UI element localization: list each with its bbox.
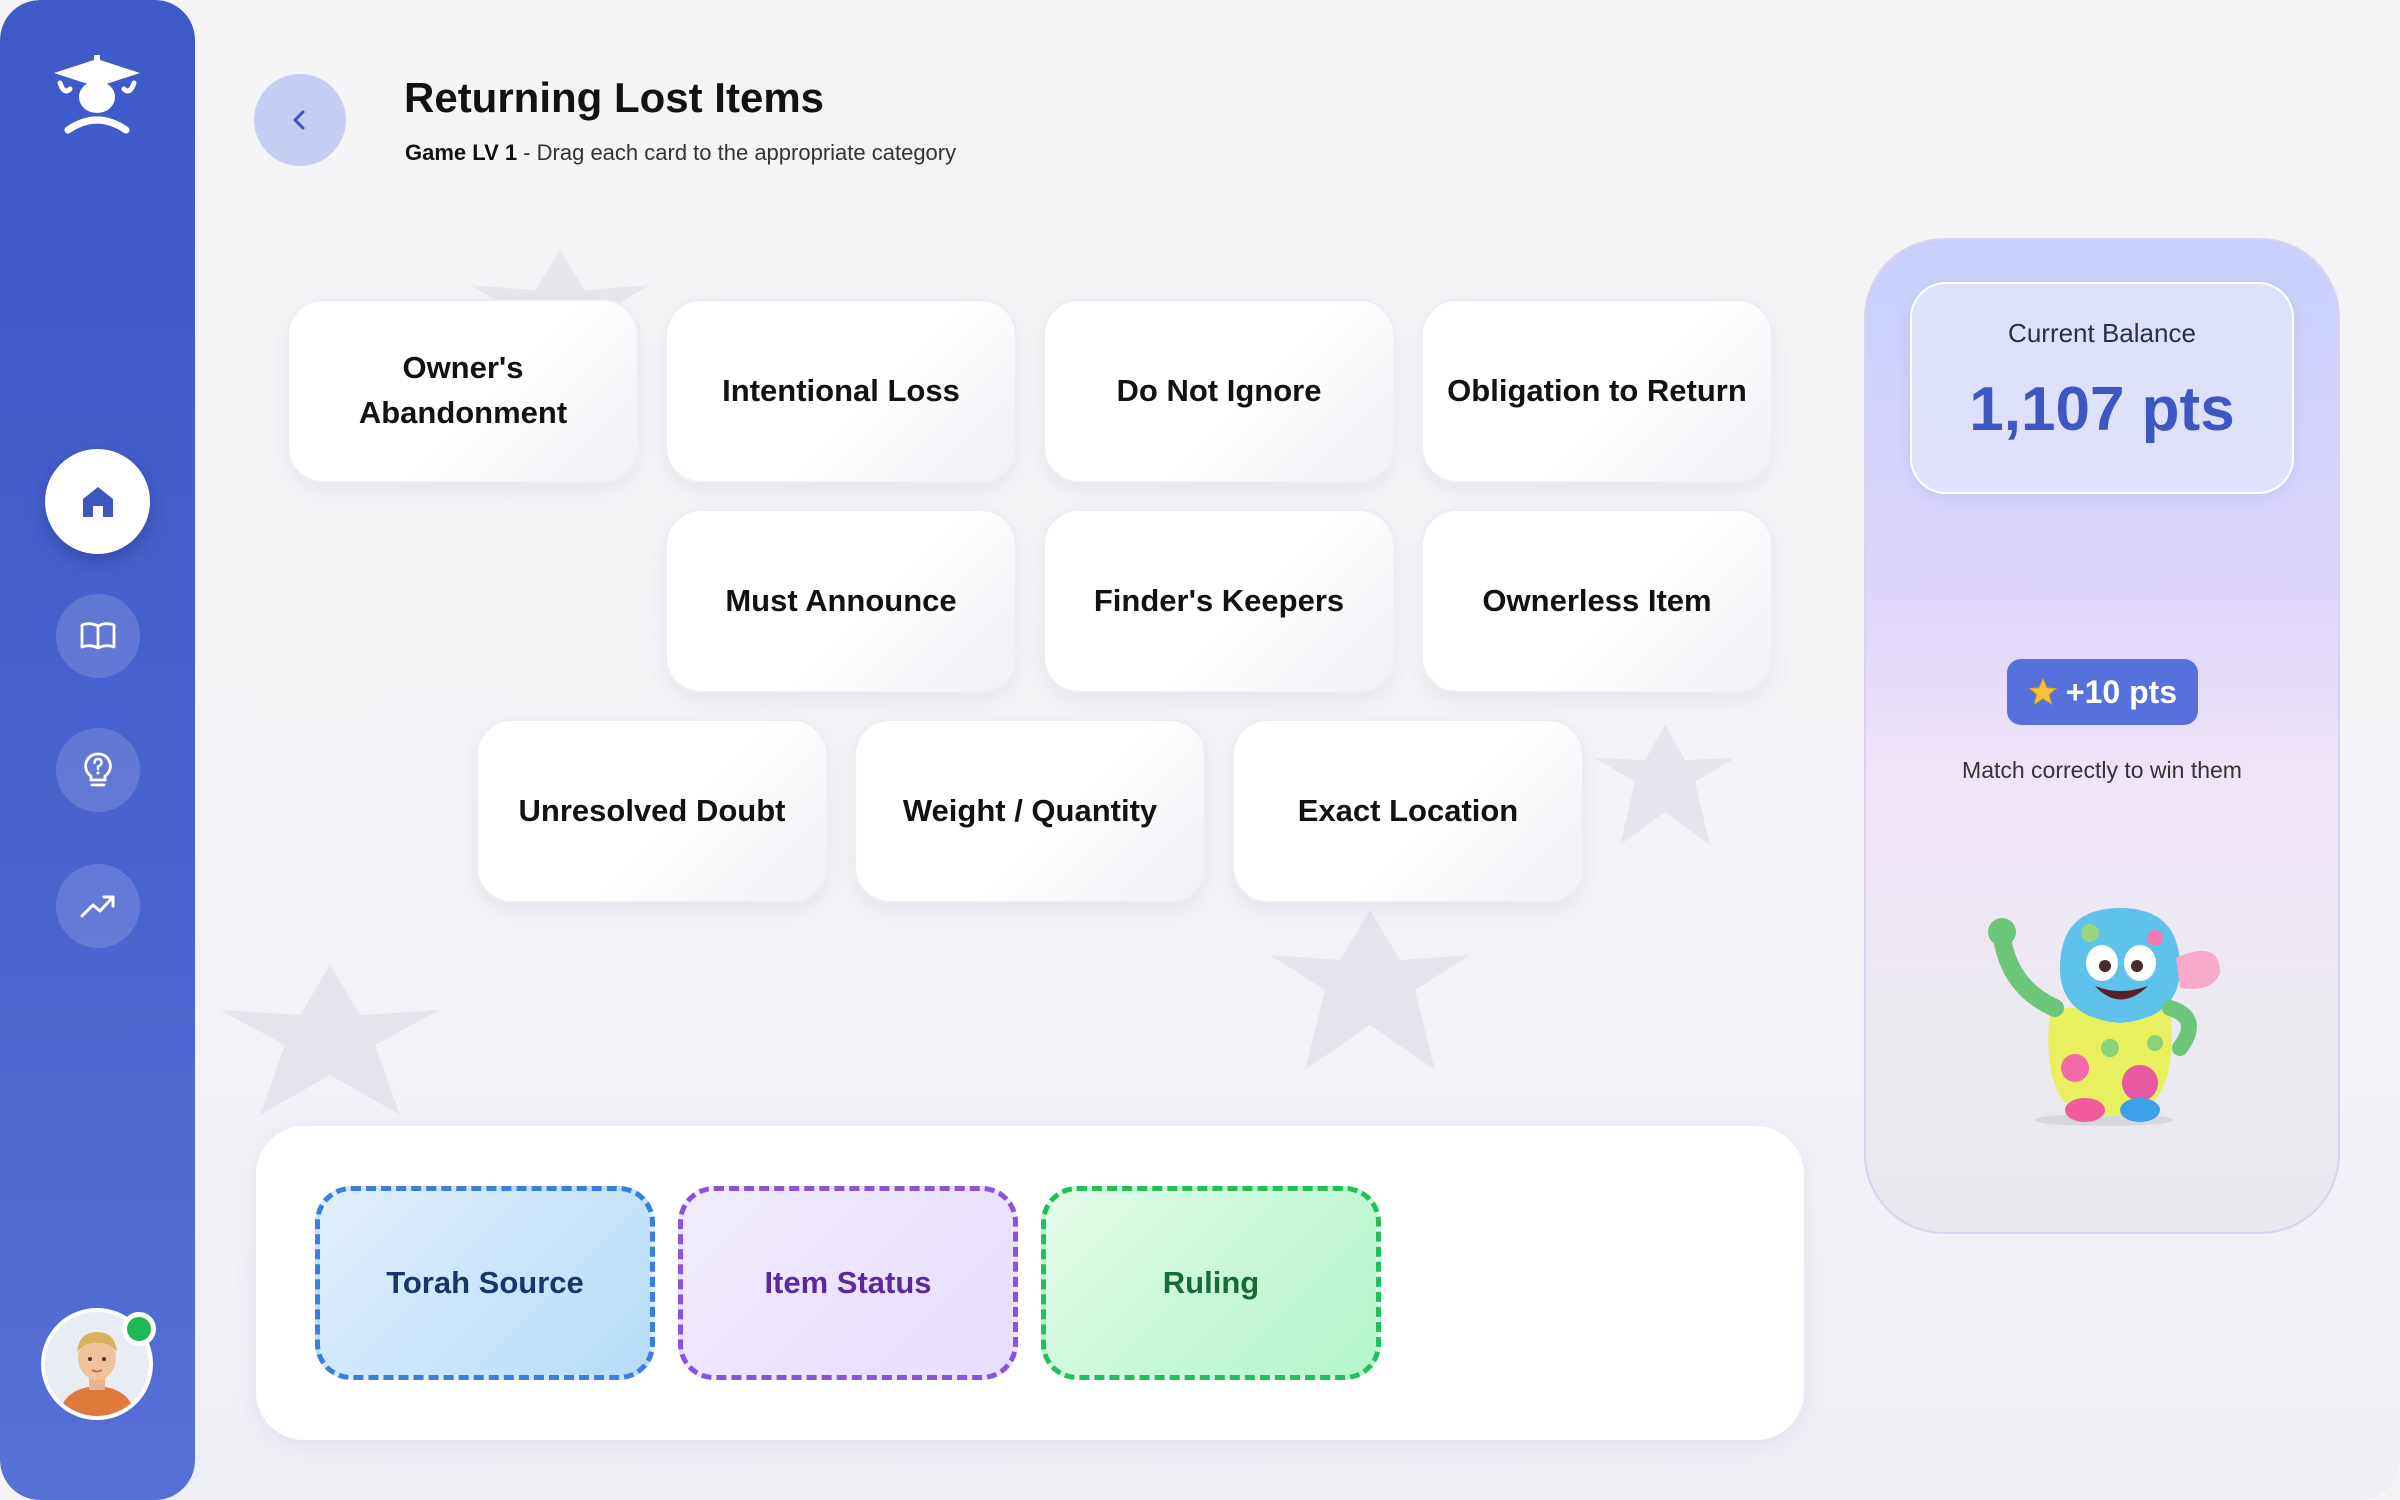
chevron-left-icon bbox=[293, 110, 305, 130]
star-icon bbox=[2028, 677, 2058, 706]
drag-card[interactable]: Finder's Keepers bbox=[1043, 509, 1395, 693]
reward-hint: Match correctly to win them bbox=[1962, 757, 2242, 783]
drop-zone-item-status[interactable]: Item Status bbox=[678, 1186, 1018, 1380]
balance-value: 1,107 pts bbox=[1969, 375, 2235, 444]
drag-card[interactable]: Must Announce bbox=[665, 509, 1017, 693]
game-level: Game LV 1 bbox=[405, 140, 518, 165]
drag-card[interactable]: Do Not Ignore bbox=[1043, 299, 1395, 483]
page-title: Returning Lost Items bbox=[404, 74, 825, 121]
background-mascot-icon bbox=[1595, 725, 1735, 845]
background-mascot-icon bbox=[220, 965, 440, 1115]
back-button[interactable] bbox=[254, 74, 346, 166]
balance-card: Current Balance 1,107 pts bbox=[1910, 282, 2294, 494]
sidebar-item-lessons[interactable] bbox=[56, 594, 140, 678]
sidebar-item-home[interactable] bbox=[45, 449, 150, 554]
drag-card[interactable]: Weight / Quantity bbox=[854, 719, 1206, 903]
sidebar bbox=[0, 0, 195, 1500]
reward-amount: +10 pts bbox=[2065, 673, 2178, 710]
background-mascot-icon bbox=[1270, 910, 1470, 1070]
drag-card[interactable]: Unresolved Doubt bbox=[476, 719, 828, 903]
drag-card[interactable]: Obligation to Return bbox=[1421, 299, 1773, 483]
book-icon bbox=[80, 622, 116, 650]
drag-card[interactable]: Ownerless Item bbox=[1421, 509, 1773, 693]
drag-card[interactable]: Owner's Abandonment bbox=[287, 299, 639, 483]
lightbulb-question-icon bbox=[84, 752, 112, 787]
reward-badge: +10 pts bbox=[2007, 659, 2198, 725]
drop-zone-ruling[interactable]: Ruling bbox=[1041, 1186, 1381, 1380]
online-status-indicator bbox=[122, 1312, 156, 1346]
home-icon bbox=[82, 486, 113, 517]
sidebar-item-tips[interactable] bbox=[56, 728, 140, 812]
app-window: Returning Lost Items Game LV 1 - Drag ea… bbox=[0, 0, 2400, 1500]
balance-label: Current Balance bbox=[2008, 318, 2196, 348]
drag-card[interactable]: Exact Location bbox=[1232, 719, 1584, 903]
game-subtitle: Game LV 1 - Drag each card to the approp… bbox=[405, 140, 956, 166]
trending-up-icon bbox=[80, 895, 115, 918]
game-instruction: - Drag each card to the appropriate cate… bbox=[517, 140, 957, 165]
monster-mascot-icon bbox=[1988, 908, 2220, 1126]
drop-zone-torah-source[interactable]: Torah Source bbox=[315, 1186, 655, 1380]
sidebar-item-progress[interactable] bbox=[56, 864, 140, 948]
graduate-mascot-logo-icon bbox=[54, 55, 140, 134]
drag-card[interactable]: Intentional Loss bbox=[665, 299, 1017, 483]
